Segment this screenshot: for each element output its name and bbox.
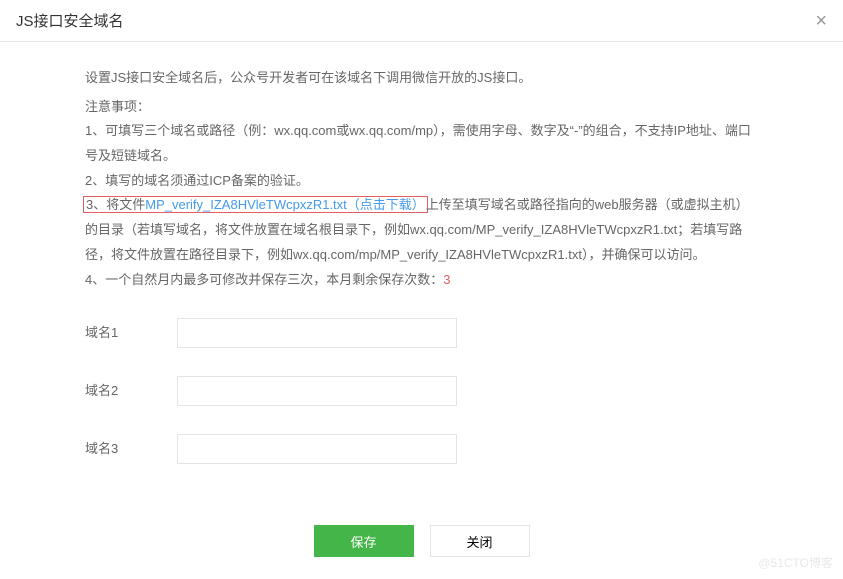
note-4: 4、一个自然月内最多可修改并保存三次，本月剩余保存次数：3 [85, 268, 758, 293]
notes-title: 注意事项： [85, 95, 758, 120]
field-row-2: 域名2 [85, 376, 758, 406]
field-label-3: 域名3 [85, 437, 177, 462]
dialog-content: 设置JS接口安全域名后，公众号开发者可在该域名下调用微信开放的JS接口。 注意事… [0, 42, 843, 464]
field-row-1: 域名1 [85, 318, 758, 348]
field-label-2: 域名2 [85, 379, 177, 404]
domain-input-1[interactable] [177, 318, 457, 348]
close-button[interactable]: 关闭 [430, 525, 530, 557]
domain-input-3[interactable] [177, 434, 457, 464]
note-2: 2、填写的域名须通过ICP备案的验证。 [85, 169, 758, 194]
note-4-pre: 4、一个自然月内最多可修改并保存三次，本月剩余保存次数： [85, 272, 443, 287]
dialog-title: JS接口安全域名 [16, 10, 124, 31]
field-row-3: 域名3 [85, 434, 758, 464]
dialog-footer: 保存 关闭 [0, 525, 843, 557]
domain-input-2[interactable] [177, 376, 457, 406]
note-3-pre: 3、将文件 [86, 197, 145, 212]
note-1: 1、可填写三个域名或路径（例：wx.qq.com或wx.qq.com/mp），需… [85, 119, 758, 168]
download-link[interactable]: MP_verify_IZA8HVleTWcpxzR1.txt（点击下载） [145, 197, 425, 212]
save-button[interactable]: 保存 [314, 525, 414, 557]
field-label-1: 域名1 [85, 321, 177, 346]
close-icon[interactable]: × [815, 11, 827, 31]
watermark: @51CTO博客 [758, 554, 833, 571]
note-4-count: 3 [443, 272, 450, 287]
dialog-header: JS接口安全域名 × [0, 0, 843, 42]
intro-text: 设置JS接口安全域名后，公众号开发者可在该域名下调用微信开放的JS接口。 [85, 66, 758, 91]
domain-form: 域名1 域名2 域名3 [85, 318, 758, 464]
note-3-highlight: 3、将文件MP_verify_IZA8HVleTWcpxzR1.txt（点击下载… [83, 196, 428, 213]
dialog: JS接口安全域名 × 设置JS接口安全域名后，公众号开发者可在该域名下调用微信开… [0, 0, 843, 579]
note-3: 3、将文件MP_verify_IZA8HVleTWcpxzR1.txt（点击下载… [85, 193, 758, 267]
